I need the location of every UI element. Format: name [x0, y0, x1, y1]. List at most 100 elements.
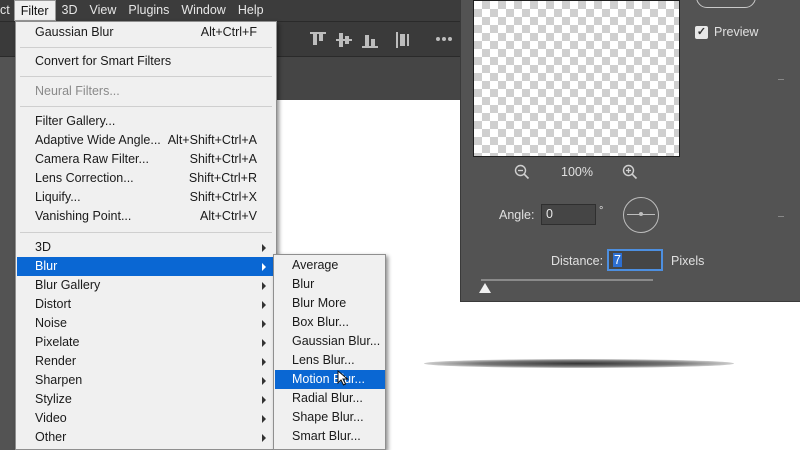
menu-item-adaptive-wide-angle[interactable]: Adaptive Wide Angle... Alt+Shift+Ctrl+A [17, 131, 275, 150]
distance-input[interactable]: 7 [607, 249, 663, 271]
submenu-item-average[interactable]: Average [275, 256, 385, 275]
zoom-in-icon[interactable] [622, 164, 638, 180]
menu-item-shortcut: Shift+Ctrl+X [189, 190, 257, 204]
menu-select-partial[interactable]: ct [0, 0, 14, 21]
cancel-button[interactable]: Cancel [696, 0, 756, 8]
submenu-item-radial-blur[interactable]: Radial Blur... [275, 389, 385, 408]
distance-slider-thumb[interactable] [479, 283, 491, 293]
menu-item-label: Motion Blur... [292, 372, 365, 386]
submenu-item-smart-blur[interactable]: Smart Blur... [275, 427, 385, 446]
menu-item-distort[interactable]: Distort [17, 295, 275, 314]
menu-item-label: Render [35, 354, 76, 368]
menu-item-stylize[interactable]: Stylize [17, 390, 275, 409]
angle-input[interactable]: 0 [541, 204, 596, 225]
submenu-arrow-icon [262, 263, 266, 271]
blur-submenu: Average Blur Blur More Box Blur... Gauss… [273, 254, 386, 450]
submenu-item-gaussian-blur[interactable]: Gaussian Blur... [275, 332, 385, 351]
menu-view[interactable]: View [84, 0, 123, 21]
menu-item-label: Sharpen [35, 373, 83, 387]
menu-item-convert-smart-filters[interactable]: Convert for Smart Filters [17, 52, 275, 71]
angle-dial[interactable] [623, 197, 659, 233]
align-bottom-icon[interactable] [362, 32, 378, 48]
submenu-arrow-icon [262, 415, 266, 423]
submenu-arrow-icon [262, 301, 266, 309]
submenu-item-motion-blur[interactable]: Motion Blur... [275, 370, 385, 389]
menu-separator [20, 106, 272, 107]
menu-help[interactable]: Help [232, 0, 270, 21]
menu-item-noise[interactable]: Noise [17, 314, 275, 333]
menu-item-label: Vanishing Point... [35, 209, 132, 223]
menu-item-label: Video [35, 411, 67, 425]
filter-menu: Gaussian Blur Alt+Ctrl+F Convert for Sma… [15, 21, 277, 450]
submenu-arrow-icon [262, 282, 266, 290]
pixels-unit-label: Pixels [671, 254, 705, 268]
menu-item-label: Gaussian Blur... [292, 334, 381, 348]
menu-item-other[interactable]: Other [17, 428, 275, 447]
submenu-arrow-icon [262, 320, 266, 328]
menu-item-camera-raw-filter[interactable]: Camera Raw Filter... Shift+Ctrl+A [17, 150, 275, 169]
submenu-item-blur[interactable]: Blur [275, 275, 385, 294]
menu-item-label: Noise [35, 316, 67, 330]
menu-item-blur-gallery[interactable]: Blur Gallery [17, 276, 275, 295]
menu-item-label: Blur [35, 259, 58, 273]
menu-item-video[interactable]: Video [17, 409, 275, 428]
divider-mark [778, 79, 784, 80]
submenu-arrow-icon [262, 244, 266, 252]
submenu-arrow-icon [262, 339, 266, 347]
menu-item-label: Smart Blur... [292, 429, 361, 443]
preview-window[interactable] [473, 0, 680, 157]
menu-item-label: Lens Correction... [35, 171, 134, 185]
menu-3d[interactable]: 3D [56, 0, 84, 21]
menu-item-3d[interactable]: 3D [17, 238, 275, 257]
menu-item-neural-filters: Neural Filters... [17, 82, 275, 101]
menu-separator [20, 76, 272, 77]
motion-blur-dialog: Cancel ✓ Preview 100% Angle: 0 ° Distanc… [460, 0, 800, 302]
align-vertical-center-icon[interactable] [336, 32, 352, 48]
submenu-arrow-icon [262, 434, 266, 442]
submenu-item-blur-more[interactable]: Blur More [275, 294, 385, 313]
more-options-icon[interactable] [436, 37, 452, 41]
menu-item-filter-gallery[interactable]: Filter Gallery... [17, 112, 275, 131]
menu-item-last-filter[interactable]: Gaussian Blur Alt+Ctrl+F [17, 23, 275, 42]
menu-item-render[interactable]: Render [17, 352, 275, 371]
distance-label: Distance: [551, 254, 604, 268]
menu-item-label: Average [292, 258, 339, 272]
align-left-icon[interactable] [396, 32, 412, 48]
menu-item-liquify[interactable]: Liquify... Shift+Ctrl+X [17, 188, 275, 207]
menu-item-pixelate[interactable]: Pixelate [17, 333, 275, 352]
menu-item-label: Radial Blur... [292, 391, 363, 405]
menu-item-label: Neural Filters... [35, 84, 120, 98]
menu-window[interactable]: Window [175, 0, 231, 21]
menu-item-lens-correction[interactable]: Lens Correction... Shift+Ctrl+R [17, 169, 275, 188]
menu-item-label: 3D [35, 240, 51, 254]
menu-item-shortcut: Alt+Ctrl+F [200, 25, 257, 39]
menu-item-sharpen[interactable]: Sharpen [17, 371, 275, 390]
menu-item-label: Filter Gallery... [35, 114, 116, 128]
menu-separator [20, 232, 272, 233]
menu-item-label: Liquify... [35, 190, 81, 204]
menu-item-vanishing-point[interactable]: Vanishing Point... Alt+Ctrl+V [17, 207, 275, 226]
menu-plugins[interactable]: Plugins [122, 0, 175, 21]
motion-blurred-shape [424, 359, 734, 368]
menu-item-label: Blur More [292, 296, 347, 310]
submenu-arrow-icon [262, 396, 266, 404]
angle-dial-center [639, 212, 643, 216]
submenu-item-lens-blur[interactable]: Lens Blur... [275, 351, 385, 370]
submenu-arrow-icon [262, 358, 266, 366]
distance-value: 7 [613, 253, 622, 267]
distance-slider-track[interactable] [481, 279, 653, 281]
menu-item-label: Other [35, 430, 67, 444]
menu-item-shortcut: Shift+Ctrl+R [188, 171, 257, 185]
align-top-icon[interactable] [310, 32, 326, 48]
submenu-item-shape-blur[interactable]: Shape Blur... [275, 408, 385, 427]
menu-item-label: Box Blur... [292, 315, 349, 329]
submenu-item-box-blur[interactable]: Box Blur... [275, 313, 385, 332]
submenu-arrow-icon [262, 377, 266, 385]
menu-filter[interactable]: Filter [13, 0, 56, 21]
menu-item-label: Camera Raw Filter... [35, 152, 149, 166]
zoom-out-icon[interactable] [514, 164, 530, 180]
menu-item-label: Distort [35, 297, 72, 311]
menu-item-label: Lens Blur... [292, 353, 355, 367]
preview-checkbox[interactable]: ✓ [695, 26, 708, 39]
menu-item-blur[interactable]: Blur [17, 257, 275, 276]
